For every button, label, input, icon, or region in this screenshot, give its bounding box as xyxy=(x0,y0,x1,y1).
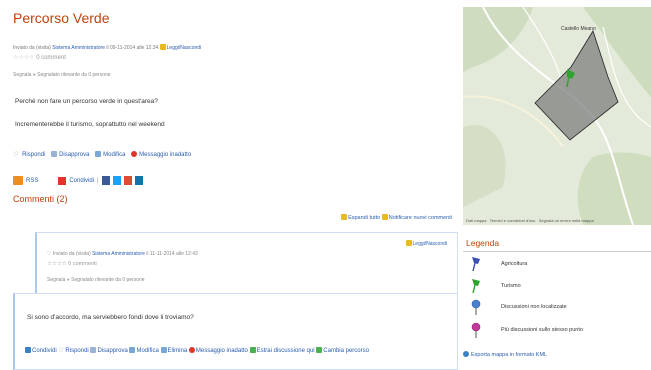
extract-discussion-action[interactable]: Estrai discussione qui xyxy=(249,347,315,354)
flag-icon: ● xyxy=(66,277,70,283)
notify-link[interactable]: Notificare nuovi commenti xyxy=(389,215,452,221)
branch-icon xyxy=(249,347,256,353)
share-bar: RSS Condividi | xyxy=(13,176,143,185)
speech-bubble-icon: ♡ xyxy=(58,348,64,354)
post-body-line-2: Incrementerebbe il turismo, soprattutto … xyxy=(15,121,165,128)
comments-heading: Commenti (2) xyxy=(13,194,68,204)
share-action[interactable]: Condividi xyxy=(25,347,57,354)
disapprove-icon xyxy=(90,347,97,353)
comment-author-link[interactable]: Sistema Amministratore xyxy=(92,251,145,257)
reply-action[interactable]: ♡ Rispondi xyxy=(13,152,47,158)
edit-action[interactable]: Modifica xyxy=(129,347,159,354)
comment-flags: Segnala ● Segnalato rilevante da 0 perso… xyxy=(47,277,145,283)
map-terms-link[interactable]: Termini e condizioni d'uso xyxy=(490,218,536,223)
speech-bubble-icon: ♡ xyxy=(13,152,19,158)
post-meta: Inviato da (visita) Sistema Amministrato… xyxy=(13,44,202,51)
comment-2-text: Si sono d'accordo, ma serviebbero fondi … xyxy=(27,314,194,321)
star-icon[interactable]: ☆☆☆☆ xyxy=(13,55,35,61)
export-kml-link[interactable]: Esporta mappa in formato KML xyxy=(463,351,547,358)
delete-action[interactable]: Elimina xyxy=(160,347,187,354)
edit-icon xyxy=(95,151,102,157)
disapprove-action[interactable]: Disapprova xyxy=(90,347,128,354)
edit-action[interactable]: Modifica xyxy=(95,151,127,158)
main-content: Percorso Verde Inviato da (visita) Siste… xyxy=(0,0,458,370)
folder-icon xyxy=(159,44,166,50)
share-icon[interactable] xyxy=(58,176,67,185)
legend-title: Legenda xyxy=(466,238,500,248)
flag-link[interactable]: Segnala xyxy=(13,72,31,78)
comment-flag-link[interactable]: Segnala xyxy=(47,277,65,283)
route-icon xyxy=(316,347,323,353)
report-action[interactable]: Messaggio inadatto xyxy=(131,151,193,158)
disapprove-icon xyxy=(51,151,58,157)
reply-action[interactable]: ♡ Rispondi xyxy=(58,348,88,354)
speech-bubble-icon: ♡ xyxy=(47,251,52,257)
legend-item-agricoltura: Agricoltura xyxy=(468,256,651,274)
google-plus-icon[interactable] xyxy=(123,176,132,185)
rss-link[interactable]: RSS xyxy=(26,178,38,184)
warning-icon xyxy=(131,151,138,157)
map-data-link[interactable]: Dati mappa xyxy=(466,218,486,223)
sidebar: Castello Meano Dati mappa Termini e cond… xyxy=(463,0,651,368)
legend-item-non-localizzate: Discussioni non localizzate xyxy=(468,299,651,317)
delete-icon xyxy=(160,347,167,353)
linkedin-icon[interactable] xyxy=(134,176,143,185)
map-place-label: Castello Meano xyxy=(561,26,596,32)
post-body-line-1: Perchè non fare un percorso verde in que… xyxy=(15,98,158,105)
edit-icon xyxy=(129,347,136,353)
rss-icon[interactable] xyxy=(13,176,23,185)
facebook-icon[interactable] xyxy=(101,176,110,185)
report-action[interactable]: Messaggio inadatto xyxy=(188,347,248,354)
pushpin-green-icon xyxy=(472,279,480,294)
pushpin-blue-icon xyxy=(472,257,480,272)
folder-icon xyxy=(405,240,412,246)
disapprove-action[interactable]: Disapprova xyxy=(51,151,91,158)
comment-read-unread[interactable]: Leggi/Nascondi xyxy=(405,240,447,247)
legend-item-stesso-punto: Più discussioni sullo stesso punto xyxy=(468,322,651,340)
comment-1: Leggi/Nascondi ♡ Inviato da (visita) Sis… xyxy=(35,232,458,294)
post-flags: Segnala ● Segnalato rilevante da 0 perso… xyxy=(13,72,111,78)
post-actions: ♡ Rispondi Disapprova Modifica Messaggio… xyxy=(13,151,195,158)
notify-icon xyxy=(381,214,388,220)
map-marker-magenta-icon xyxy=(471,322,481,338)
read-unread-link[interactable]: Leggi/Nascondi xyxy=(167,45,201,51)
comment-2-actions: Condividi ♡ Rispondi Disapprova Modifica… xyxy=(25,346,450,356)
expand-icon xyxy=(341,214,348,220)
expand-all-link[interactable]: Espandi tutto xyxy=(348,215,380,221)
twitter-icon[interactable] xyxy=(112,176,121,185)
map-report-link[interactable]: Segnala un errore nella mappa xyxy=(539,218,594,223)
map-view[interactable]: Castello Meano Dati mappa Termini e cond… xyxy=(463,7,651,225)
rating-stars[interactable]: ☆☆☆☆ 0 comment xyxy=(13,54,66,61)
map-marker-blue-icon xyxy=(471,299,481,315)
star-icon[interactable]: ☆☆☆☆ xyxy=(47,261,67,267)
comments-toolbar: Espandi tutto Notificare nuovi commenti xyxy=(341,214,452,221)
comment-rating[interactable]: ☆☆☆☆ 0 commenti xyxy=(47,261,97,267)
flag-icon: ● xyxy=(32,72,36,78)
map-canvas[interactable] xyxy=(463,7,651,225)
map-footer: Dati mappa Termini e condizioni d'uso Se… xyxy=(466,218,594,223)
legend-divider xyxy=(463,251,651,252)
comment-meta: ♡ Inviato da (visita) Sistema Amministra… xyxy=(47,251,198,257)
share-icon xyxy=(25,347,31,353)
legend-item-turismo: Turismo xyxy=(468,278,651,296)
page-title: Percorso Verde xyxy=(13,10,110,26)
change-route-action[interactable]: Cambia percorso xyxy=(316,347,369,354)
author-link[interactable]: Sistema Amministratore xyxy=(52,45,105,51)
warning-icon xyxy=(188,347,195,353)
globe-icon xyxy=(463,351,469,357)
comment-2: Si sono d'accordo, ma serviebbero fondi … xyxy=(13,293,458,370)
comments-count: 0 comment xyxy=(36,55,66,61)
share-link[interactable]: Condividi xyxy=(69,178,94,184)
